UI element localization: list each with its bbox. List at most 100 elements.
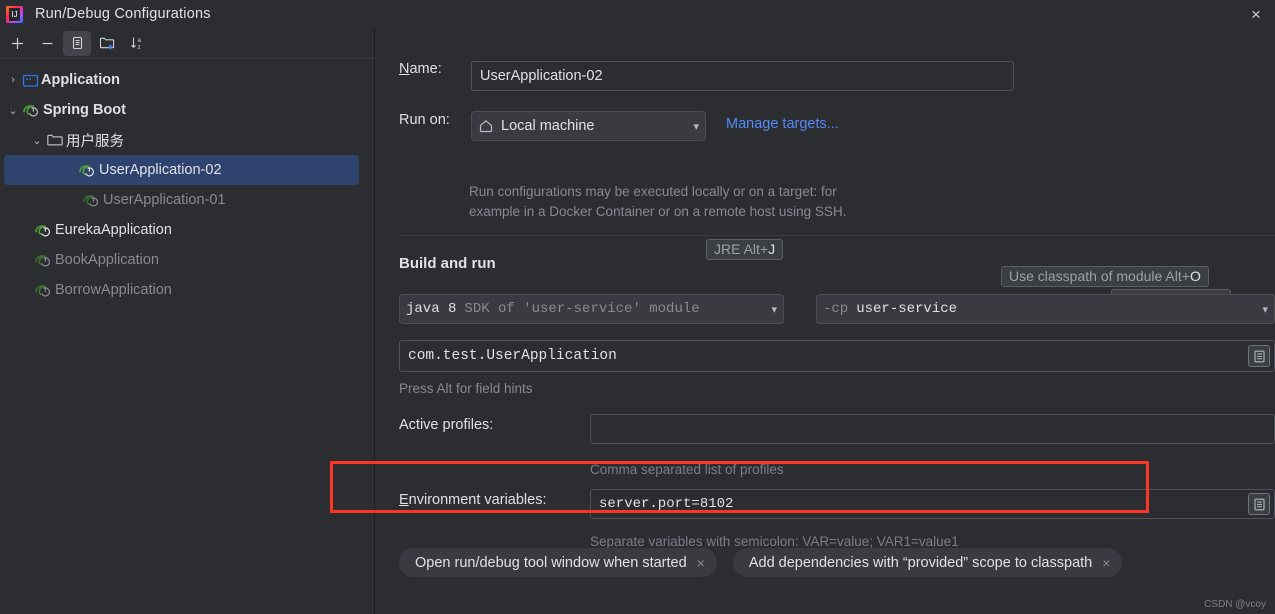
configurations-tree: › Application ⌄ Spring Boot ⌄ 用户服务 UserA… [0, 59, 374, 305]
name-input[interactable]: UserApplication-02 [471, 61, 1014, 91]
env-label-rest: nvironment variables: [408, 492, 547, 508]
options-chips: Open run/debug tool window when started … [399, 548, 1123, 577]
environment-variables-value: server.port=8102 [599, 496, 734, 512]
sidebar-item-label: Spring Boot [43, 102, 126, 118]
jre-tooltip-text: JRE Alt+ [714, 241, 769, 257]
chevron-down-icon[interactable]: ▾ [685, 120, 699, 133]
svg-text:z: z [137, 44, 140, 51]
name-label-mnemonic: N [399, 61, 410, 77]
spring-boot-icon [34, 222, 53, 239]
active-profiles-label: Active profiles: [399, 417, 494, 433]
application-icon [22, 72, 39, 89]
classpath-prefix: -cp [823, 301, 849, 317]
run-on-value: Local machine [501, 118, 595, 134]
name-label-row: Name: [399, 61, 442, 77]
sidebar-item-bookapplication[interactable]: BookApplication [0, 245, 374, 275]
run-on-label-row: Run on: [399, 112, 450, 128]
jre-select[interactable]: java 8 SDK of 'user-service' module ▾ [399, 294, 784, 324]
name-label: Name: [399, 61, 442, 77]
classpath-tooltip-key: O [1189, 268, 1201, 284]
classpath-value: user-service [856, 301, 958, 317]
spring-boot-icon [82, 192, 101, 209]
close-icon[interactable]: × [1241, 0, 1271, 28]
title-bar: IJ Run/Debug Configurations [0, 0, 1275, 28]
sidebar-item-label: BorrowApplication [55, 282, 172, 298]
build-and-run-title: Build and run [399, 255, 496, 272]
environment-variables-hint: Separate variables with semicolon: VAR=v… [590, 534, 959, 549]
new-folder-button[interactable] [93, 31, 121, 56]
logo-letters: IJ [9, 7, 20, 21]
sort-alphabetically-button[interactable]: a z [123, 31, 151, 56]
chip-label: Open run/debug tool window when started [415, 554, 687, 571]
configuration-editor-panel: Name: UserApplication-02 Store as projec… [376, 28, 1275, 614]
press-alt-hint: Press Alt for field hints [399, 381, 533, 396]
classpath-tooltip: Use classpath of module Alt+O [1001, 266, 1209, 287]
sidebar-item-eurekaapplication[interactable]: EurekaApplication [0, 215, 374, 245]
window-title: Run/Debug Configurations [35, 6, 211, 22]
close-icon[interactable]: × [697, 555, 705, 571]
section-divider [399, 235, 1275, 236]
jre-tooltip-key: J [768, 241, 776, 257]
jre-tooltip: JRE Alt+J [706, 239, 784, 260]
run-debug-configurations-dialog: IJ Run/Debug Configurations × a z › Appl… [0, 0, 1275, 614]
sidebar-folder-user-service[interactable]: ⌄ 用户服务 [0, 125, 374, 155]
active-profiles-input[interactable] [590, 414, 1275, 444]
sidebar-item-application[interactable]: › Application [0, 65, 374, 95]
main-class-input[interactable]: com.test.UserApplication [408, 348, 617, 364]
folder-plus-icon [99, 37, 114, 50]
sidebar-toolbar: a z [0, 28, 374, 59]
folder-icon [46, 132, 64, 148]
expand-arrow-icon[interactable]: › [4, 74, 22, 86]
copy-icon [72, 36, 83, 50]
run-on-description-line2: example in a Docker Container or on a re… [469, 204, 847, 219]
edit-environment-variables-button[interactable] [1248, 493, 1270, 515]
chip-label: Add dependencies with “provided” scope t… [748, 554, 1093, 571]
sort-az-icon: a z [130, 37, 141, 51]
chip-add-provided-scope-dependencies[interactable]: Add dependencies with “provided” scope t… [732, 548, 1123, 577]
sidebar-item-label: 用户服务 [66, 133, 124, 150]
close-icon[interactable]: × [1102, 555, 1110, 571]
spring-boot-icon [22, 102, 41, 119]
configurations-sidebar: a z › Application ⌄ Spring Boot ⌄ 用户服务 U… [0, 28, 375, 614]
sidebar-item-label: UserApplication-02 [99, 162, 222, 178]
name-label-rest: ame: [409, 61, 442, 77]
jre-value: java 8 [406, 301, 457, 317]
main-class-input-row[interactable]: com.test.UserApplication [399, 340, 1275, 372]
env-label-mnemonic: E [399, 492, 409, 508]
svg-text:a: a [137, 37, 141, 44]
add-configuration-button[interactable] [3, 31, 31, 56]
copy-configuration-button[interactable] [63, 30, 91, 56]
environment-variables-label: Environment variables: [399, 492, 547, 508]
collapse-arrow-icon[interactable]: ⌄ [4, 104, 22, 117]
spring-boot-icon [34, 252, 53, 269]
manage-targets-link[interactable]: Manage targets... [726, 116, 839, 132]
sidebar-item-label: Application [41, 72, 120, 88]
intellij-idea-logo-icon: IJ [6, 5, 23, 23]
chevron-down-icon[interactable]: ▾ [1254, 303, 1268, 316]
classpath-tooltip-text: Use classpath of module Alt+ [1009, 268, 1190, 284]
jre-suffix: SDK of 'user-service' module [464, 301, 700, 317]
sidebar-item-spring-boot[interactable]: ⌄ Spring Boot [0, 95, 374, 125]
sidebar-item-borrowapplication[interactable]: BorrowApplication [0, 275, 374, 305]
browse-main-class-button[interactable] [1248, 345, 1270, 367]
sidebar-item-userapplication-02[interactable]: UserApplication-02 [4, 155, 359, 185]
spring-boot-icon [34, 282, 53, 299]
environment-variables-input[interactable]: server.port=8102 [590, 489, 1275, 519]
spring-boot-icon [78, 162, 97, 179]
run-on-description-line1: Run configurations may be executed local… [469, 184, 837, 199]
collapse-arrow-icon[interactable]: ⌄ [28, 134, 46, 147]
plus-icon [11, 37, 23, 49]
sidebar-item-label: UserApplication-01 [103, 192, 226, 208]
run-on-select[interactable]: Local machine ▾ [471, 111, 706, 141]
sidebar-item-label: BookApplication [55, 252, 159, 268]
classpath-module-select[interactable]: -cp user-service ▾ [816, 294, 1275, 324]
remove-configuration-button[interactable] [33, 31, 61, 56]
sidebar-item-label: EurekaApplication [55, 222, 172, 238]
sidebar-item-userapplication-01[interactable]: UserApplication-01 [0, 185, 374, 215]
chevron-down-icon[interactable]: ▾ [763, 303, 777, 316]
run-on-label: Run on: [399, 112, 450, 128]
minus-icon [42, 42, 52, 44]
active-profiles-hint: Comma separated list of profiles [590, 462, 784, 477]
chip-open-run-debug-tool-window[interactable]: Open run/debug tool window when started … [399, 548, 717, 577]
run-on-description: Run configurations may be executed local… [469, 182, 939, 222]
